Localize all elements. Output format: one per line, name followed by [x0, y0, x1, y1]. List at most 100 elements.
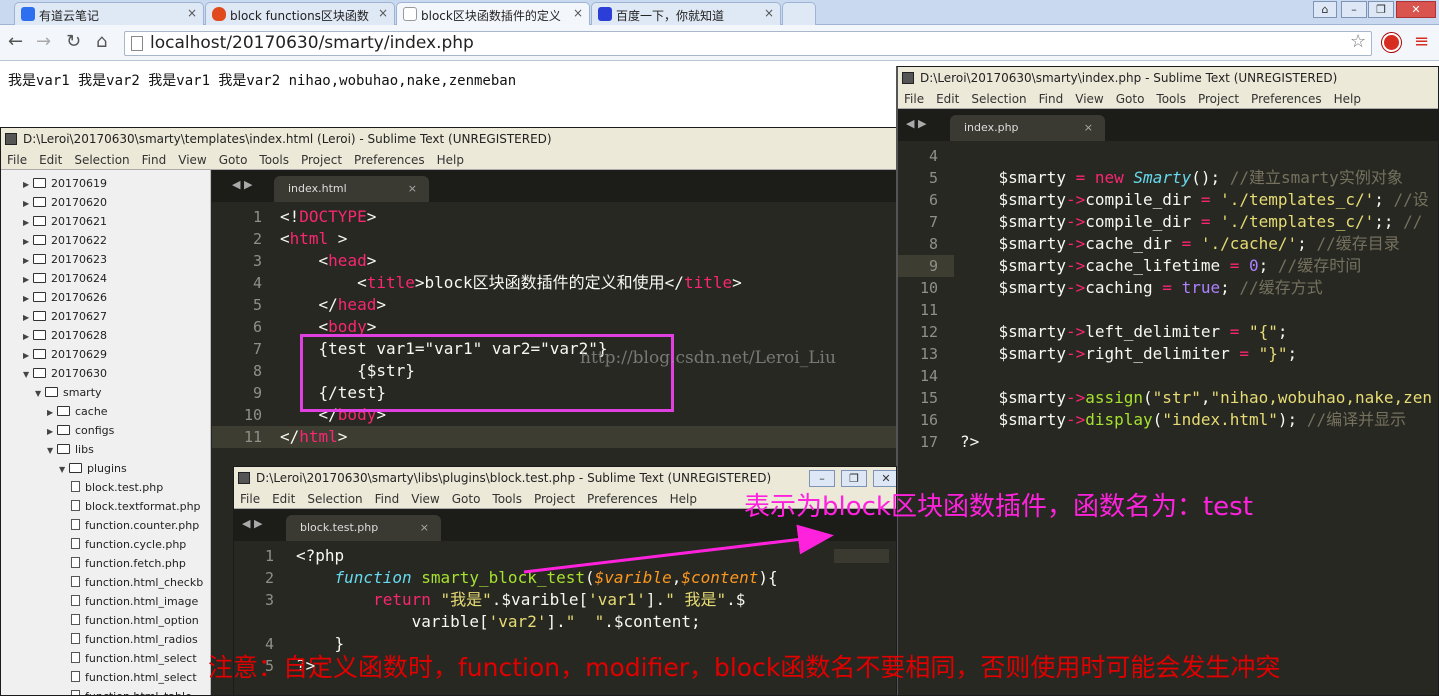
menu-preferences[interactable]: Preferences	[354, 153, 425, 167]
sidebar-file[interactable]: function.fetch.php	[71, 554, 186, 573]
menu-selection[interactable]: Selection	[74, 153, 129, 167]
menu-preferences[interactable]: Preferences	[1251, 92, 1322, 106]
sidebar-folder[interactable]: ▶ 20170628	[23, 326, 107, 345]
menu-goto[interactable]: Goto	[1116, 92, 1145, 106]
menu-file[interactable]: File	[240, 492, 260, 506]
minimap[interactable]	[834, 549, 889, 563]
menu-view[interactable]: View	[178, 153, 206, 167]
menu-view[interactable]: View	[1075, 92, 1103, 106]
forward-arrow-icon[interactable]: →	[36, 31, 51, 52]
code-php[interactable]: $smarty = new Smarty(); //建立smarty实例对象 $…	[960, 145, 1432, 453]
tab-scroll-arrows-icon[interactable]: ◀ ▶	[242, 517, 262, 530]
sidebar-file[interactable]: function.html_radios	[71, 630, 198, 649]
tab-scroll-arrows-icon[interactable]: ◀ ▶	[906, 117, 926, 130]
menu-selection[interactable]: Selection	[307, 492, 362, 506]
chevron-right-icon[interactable]: ▶	[23, 308, 33, 327]
sidebar-file[interactable]: function.html_table	[71, 687, 192, 695]
menu-find[interactable]: Find	[1039, 92, 1064, 106]
menu-edit[interactable]: Edit	[39, 153, 62, 167]
browser-tab-baidu[interactable]: 百度一下，你就知道 ×	[591, 2, 781, 25]
user-icon[interactable]: ⌂	[1313, 1, 1337, 18]
tab-close-icon[interactable]: ×	[420, 515, 429, 541]
sidebar-folder[interactable]: ▶ configs	[47, 421, 114, 440]
sidebar-folder[interactable]: ▼ libs	[47, 440, 94, 459]
sidebar-folder[interactable]: ▶ 20170624	[23, 269, 107, 288]
browser-tab-block-functions[interactable]: block functions区块函数 ×	[205, 2, 395, 25]
chevron-right-icon[interactable]: ▶	[23, 327, 33, 346]
chevron-right-icon[interactable]: ▶	[23, 175, 33, 194]
chevron-right-icon[interactable]: ▶	[23, 251, 33, 270]
menu-selection[interactable]: Selection	[971, 92, 1026, 106]
sidebar-file[interactable]: function.html_image	[71, 592, 198, 611]
tab-block-test-php[interactable]: block.test.php ×	[286, 515, 441, 541]
tab-close-icon[interactable]: ×	[408, 176, 417, 202]
window-close-button[interactable]: ✕	[1396, 1, 1436, 18]
menu-tools[interactable]: Tools	[1156, 92, 1186, 106]
menu-icon[interactable]: ≡	[1414, 31, 1429, 52]
back-arrow-icon[interactable]: ←	[8, 31, 23, 52]
menu-preferences[interactable]: Preferences	[587, 492, 658, 506]
window-close-button[interactable]: ✕	[873, 470, 896, 487]
menu-view[interactable]: View	[411, 492, 439, 506]
sidebar-folder[interactable]: ▶ 20170623	[23, 250, 107, 269]
menu-project[interactable]: Project	[534, 492, 575, 506]
menu-file[interactable]: File	[904, 92, 924, 106]
chevron-right-icon[interactable]: ▶	[23, 289, 33, 308]
chevron-right-icon[interactable]: ▶	[23, 213, 33, 232]
star-icon[interactable]: ☆	[1350, 31, 1366, 52]
sidebar-folder[interactable]: ▼ plugins	[59, 459, 127, 478]
menu-find[interactable]: Find	[142, 153, 167, 167]
new-tab-button[interactable]	[782, 2, 816, 25]
sidebar-folder[interactable]: ▶ 20170619	[23, 174, 107, 193]
menu-project[interactable]: Project	[301, 153, 342, 167]
chevron-down-icon[interactable]: ▼	[35, 384, 45, 403]
menu-help[interactable]: Help	[670, 492, 697, 506]
sidebar-file[interactable]: function.counter.php	[71, 516, 199, 535]
menu-goto[interactable]: Goto	[219, 153, 248, 167]
sidebar-file[interactable]: function.html_checkb	[71, 573, 203, 592]
chevron-right-icon[interactable]: ▶	[23, 346, 33, 365]
sidebar-folder[interactable]: ▶ 20170627	[23, 307, 107, 326]
tab-index-php[interactable]: index.php ×	[950, 115, 1105, 141]
sidebar-file[interactable]: function.html_select	[71, 649, 197, 668]
chevron-right-icon[interactable]: ▶	[47, 403, 57, 422]
menu-edit[interactable]: Edit	[272, 492, 295, 506]
close-icon[interactable]: ×	[764, 6, 774, 20]
adblock-icon[interactable]	[1382, 33, 1401, 52]
home-icon[interactable]: ⌂	[96, 31, 107, 52]
menu-help[interactable]: Help	[437, 153, 464, 167]
menu-project[interactable]: Project	[1198, 92, 1239, 106]
chevron-down-icon[interactable]: ▼	[47, 441, 57, 460]
chevron-down-icon[interactable]: ▼	[23, 365, 33, 384]
chevron-down-icon[interactable]: ▼	[59, 460, 69, 479]
sidebar-folder[interactable]: ▼ 20170630	[23, 364, 107, 383]
maximize-button[interactable]: ❐	[1368, 1, 1394, 18]
sidebar-folder[interactable]: ▶ 20170629	[23, 345, 107, 364]
menu-tools[interactable]: Tools	[259, 153, 289, 167]
chevron-right-icon[interactable]: ▶	[23, 194, 33, 213]
maximize-button[interactable]: ❐	[841, 470, 867, 487]
sidebar-file[interactable]: block.test.php	[71, 478, 163, 497]
minimize-button[interactable]: –	[1341, 1, 1367, 18]
chevron-right-icon[interactable]: ▶	[47, 422, 57, 441]
tab-close-icon[interactable]: ×	[1084, 115, 1093, 141]
sidebar-file[interactable]: function.cycle.php	[71, 535, 186, 554]
tab-scroll-arrows-icon[interactable]: ◀ ▶	[232, 178, 252, 191]
reload-icon[interactable]: ↻	[66, 31, 81, 52]
sidebar-folder[interactable]: ▶ 20170622	[23, 231, 107, 250]
sidebar-folder[interactable]: ▶ 20170626	[23, 288, 107, 307]
sidebar-file[interactable]: function.html_select	[71, 668, 197, 687]
sidebar-file[interactable]: function.html_option	[71, 611, 199, 630]
sidebar-folder[interactable]: ▶ cache	[47, 402, 108, 421]
sidebar-folder[interactable]: ▼ smarty	[35, 383, 102, 402]
menu-tools[interactable]: Tools	[492, 492, 522, 506]
browser-tab-youdao[interactable]: 有道云笔记 ×	[14, 2, 204, 25]
menu-help[interactable]: Help	[1334, 92, 1361, 106]
close-icon[interactable]: ×	[378, 6, 388, 20]
chevron-right-icon[interactable]: ▶	[23, 232, 33, 251]
menu-edit[interactable]: Edit	[936, 92, 959, 106]
address-bar[interactable]: localhost/20170630/smarty/index.php	[124, 31, 1372, 56]
editor-area[interactable]: 4 5 6 7 8 9 10 11 12 13 14 15 16 17 $smarty = new Sma…	[898, 141, 1438, 695]
browser-tab-active[interactable]: block区块函数插件的定义 ×	[396, 2, 590, 26]
chevron-right-icon[interactable]: ▶	[23, 270, 33, 289]
